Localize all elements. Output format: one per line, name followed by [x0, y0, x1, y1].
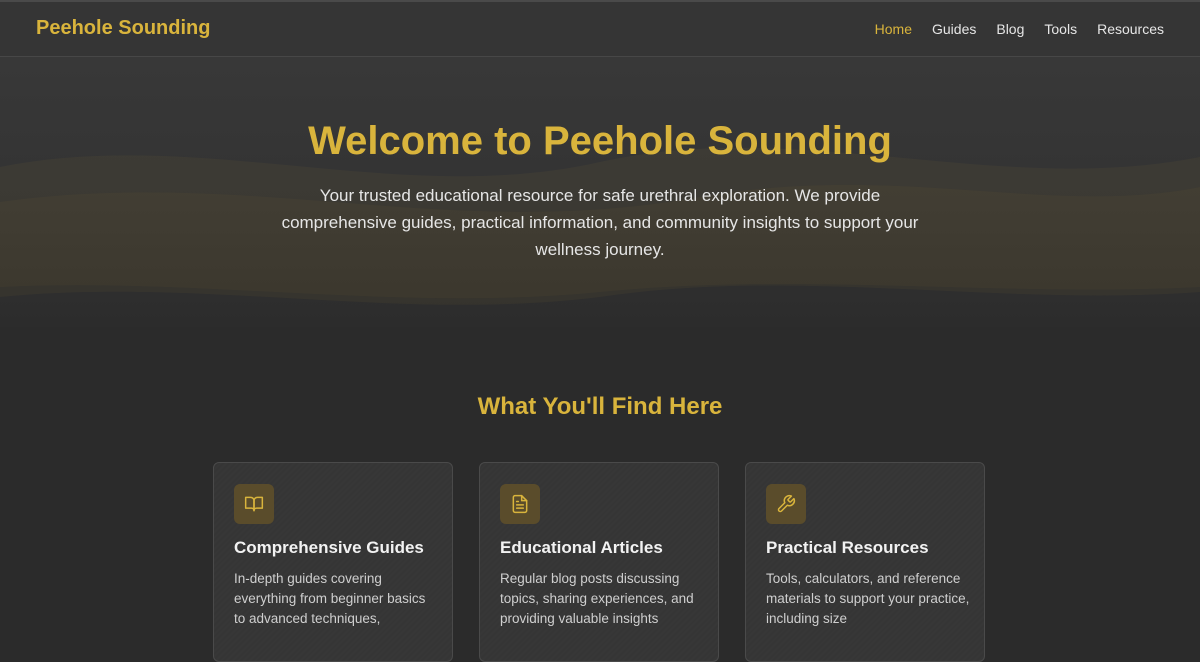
- navbar: Peehole Sounding Home Guides Blog Tools …: [0, 0, 1200, 57]
- nav-link-blog[interactable]: Blog: [996, 21, 1024, 37]
- book-icon: [234, 484, 274, 524]
- features-title: What You'll Find Here: [477, 393, 723, 420]
- feature-card-resources[interactable]: Practical Resources Tools, calculators, …: [745, 462, 985, 662]
- card-title: Practical Resources: [766, 538, 929, 557]
- hero-section: Welcome to Peehole Sounding Your trusted…: [0, 57, 1200, 327]
- nav-link-home[interactable]: Home: [875, 21, 912, 37]
- card-title: Educational Articles: [500, 538, 663, 557]
- nav-link-tools[interactable]: Tools: [1044, 21, 1077, 37]
- hero-subtitle: Your trusted educational resource for sa…: [281, 186, 919, 259]
- brand-logo[interactable]: Peehole Sounding: [36, 17, 210, 40]
- card-text: Regular blog posts discussing topics, sh…: [500, 571, 694, 626]
- nav-links: Home Guides Blog Tools Resources: [875, 21, 1164, 37]
- card-text: In-depth guides covering everything from…: [234, 571, 426, 626]
- nav-link-guides[interactable]: Guides: [932, 21, 976, 37]
- card-text: Tools, calculators, and reference materi…: [766, 571, 970, 626]
- feature-card-guides[interactable]: Comprehensive Guides In-depth guides cov…: [213, 462, 453, 662]
- wrench-icon: [766, 484, 806, 524]
- hero-title: Welcome to Peehole Sounding: [308, 119, 892, 163]
- nav-link-resources[interactable]: Resources: [1097, 21, 1164, 37]
- document-icon: [500, 484, 540, 524]
- card-title: Comprehensive Guides: [234, 538, 424, 557]
- feature-card-articles[interactable]: Educational Articles Regular blog posts …: [479, 462, 719, 662]
